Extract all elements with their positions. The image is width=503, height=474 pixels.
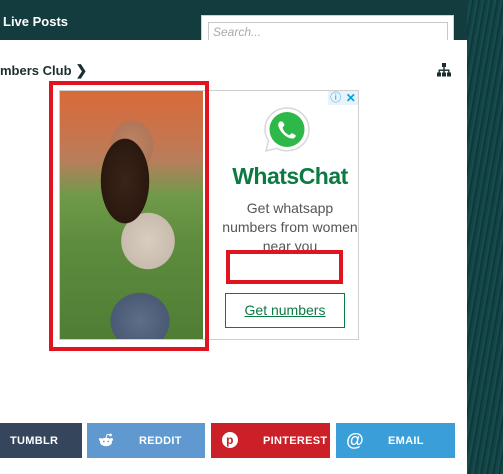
share-reddit-button[interactable]: REDDIT	[87, 423, 205, 458]
ad-title[interactable]: WhatsChat	[220, 163, 360, 190]
main-content: mbers Club ❯ ⓘ ✕ WhatsChat Get whatsapp n…	[0, 40, 467, 474]
page-background	[463, 0, 503, 474]
search-input[interactable]	[208, 22, 448, 42]
share-pinterest-button[interactable]: p PINTEREST	[211, 423, 330, 458]
at-icon: @	[346, 429, 364, 450]
pinterest-icon: p	[221, 431, 239, 449]
breadcrumb[interactable]: mbers Club ❯	[0, 62, 87, 79]
ad-choices: ⓘ ✕	[328, 91, 358, 105]
sitemap-icon[interactable]	[437, 63, 451, 77]
share-email-label: EMAIL	[388, 435, 424, 447]
whatsapp-logo-icon	[264, 107, 310, 153]
chevron-right-icon: ❯	[75, 62, 88, 78]
annotation-box-photo	[49, 81, 209, 351]
annotation-box-text	[226, 250, 343, 284]
ad-description: Get whatsapp numbers from women near you	[222, 200, 358, 254]
get-numbers-button[interactable]: Get numbers	[225, 293, 345, 328]
close-icon[interactable]: ✕	[346, 92, 356, 104]
share-tumblr-label: TUMBLR	[10, 435, 59, 447]
live-posts-link[interactable]: Live Posts	[3, 14, 68, 29]
share-tumblr-button[interactable]: TUMBLR	[0, 423, 82, 458]
breadcrumb-label: mbers Club	[0, 63, 72, 78]
reddit-icon	[97, 431, 115, 449]
info-icon[interactable]: ⓘ	[330, 92, 341, 104]
share-reddit-label: REDDIT	[139, 435, 182, 447]
share-email-button[interactable]: @ EMAIL	[336, 423, 455, 458]
share-pinterest-label: PINTEREST	[263, 435, 328, 447]
